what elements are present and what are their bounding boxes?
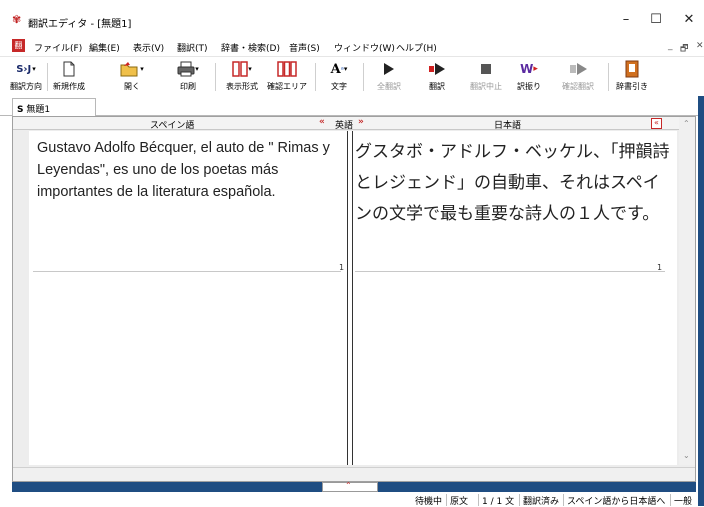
confirm-area-icon [265, 59, 309, 79]
confirm-area-button[interactable]: 確認エリア [265, 59, 309, 95]
open-folder-icon: ▾ [112, 59, 152, 79]
target-language-header: 日本語 [494, 121, 522, 131]
display-layout-icon: ▾ [220, 59, 264, 79]
tab-label: 無題1 [26, 105, 51, 115]
reorder-icon: W ▸ [520, 62, 538, 76]
menu-dictionary[interactable]: 辞書・検索(D) [221, 41, 280, 54]
status-mode: 原文 [446, 494, 471, 507]
translation-direction-button[interactable]: S›J ▾ 翻訳方向 [8, 59, 44, 95]
mdi-minimize-button[interactable]: _ [668, 41, 673, 51]
language-header: スペイン語 « 英語 » 日本語 « [13, 117, 695, 131]
source-pane[interactable]: Gustavo Adolfo Bécquer, el auto de " Rim… [29, 131, 359, 465]
document-icon[interactable]: 翻 [12, 39, 25, 52]
editor-frame: スペイン語 « 英語 » 日本語 « Gustavo Adolfo Bécque… [12, 116, 696, 482]
stop-translation-button[interactable]: 翻訳中止 [466, 59, 506, 95]
sentence-divider [355, 271, 665, 272]
menu-bar: 翻 ファイル(F) 編集(E) 表示(V) 翻訳(T) 辞書・検索(D) 音声(… [0, 36, 704, 56]
font-button[interactable]: Aᵃ ▾ 文字 [322, 59, 356, 95]
app-logo-icon: ✾ [12, 13, 22, 26]
mdi-close-button[interactable]: ✕ [696, 41, 704, 51]
status-direction: スペイン語から日本語へ [563, 494, 668, 507]
sentence-divider [33, 271, 341, 272]
play-icon [372, 59, 406, 79]
collapse-button[interactable]: « [651, 118, 662, 129]
new-document-button[interactable]: 新規作成 [50, 59, 88, 95]
window-title: 翻訳エディタ - [無題1] [28, 19, 132, 30]
font-icon: Aᵃ ▾ [330, 61, 348, 77]
swap-right-button[interactable]: » [358, 117, 364, 127]
horizontal-scrollbar[interactable] [13, 467, 695, 481]
source-sentence-number: 1 [339, 263, 345, 272]
tab-prefix: S [17, 105, 24, 115]
title-bar: ✾ 翻訳エディタ - [無題1] – ☐ ✕ [0, 0, 704, 34]
minimize-button[interactable]: – [611, 10, 641, 30]
menu-file[interactable]: ファイル(F) [34, 41, 82, 54]
scroll-up-icon[interactable]: ⌃ [683, 119, 690, 128]
new-file-icon [50, 59, 88, 79]
toolbar: S›J ▾ 翻訳方向 新規作成 ▾ 開く ▾ 印刷 ▾ 表示形式 確認エリア Aᵃ… [0, 56, 704, 96]
confirm-area-toggle[interactable]: ⌃ [322, 481, 378, 492]
translate-step-icon [420, 59, 454, 79]
chevron-up-icon: ⌃ [345, 481, 352, 490]
document-tab[interactable]: S 無題1 [12, 98, 96, 116]
confirm-translation-button[interactable]: 確認翻訳 [556, 59, 600, 95]
close-button[interactable]: ✕ [674, 10, 704, 30]
reorder-button[interactable]: W ▸ 訳振り [514, 59, 544, 95]
translate-all-button[interactable]: 全翻訳 [372, 59, 406, 95]
scroll-down-icon[interactable]: ⌄ [683, 451, 690, 460]
menu-view[interactable]: 表示(V) [133, 41, 164, 54]
window-edge [698, 96, 704, 506]
status-field: 一般 [670, 494, 695, 507]
status-translated: 翻訳済み [519, 494, 562, 507]
printer-icon: ▾ [170, 59, 206, 79]
status-sentence-count: 1 / 1 文 [478, 494, 517, 507]
source-text[interactable]: Gustavo Adolfo Bécquer, el auto de " Rim… [37, 137, 337, 203]
print-button[interactable]: ▾ 印刷 [170, 59, 206, 95]
menu-window[interactable]: ウィンドウ(W) [334, 41, 395, 54]
menu-voice[interactable]: 音声(S) [289, 41, 320, 54]
vertical-scrollbar[interactable]: ⌃ ⌄ [679, 117, 695, 465]
document-tab-row: S 無題1 [0, 96, 704, 116]
middle-language-header: 英語 [335, 121, 354, 131]
status-state: 待機中 [415, 497, 443, 507]
menu-edit[interactable]: 編集(E) [89, 41, 120, 54]
stop-icon [466, 59, 506, 79]
confirm-translation-icon [556, 59, 600, 79]
translate-button[interactable]: 翻訳 [420, 59, 454, 95]
swap-left-button[interactable]: « [319, 117, 325, 127]
display-format-button[interactable]: ▾ 表示形式 [220, 59, 264, 95]
dictionary-lookup-button[interactable]: 辞書引き [612, 59, 652, 95]
maximize-button[interactable]: ☐ [641, 10, 671, 30]
target-sentence-number: 1 [657, 263, 663, 272]
menu-translate[interactable]: 翻訳(T) [177, 41, 208, 54]
dictionary-icon [612, 59, 652, 79]
target-text[interactable]: グスタボ・アドルフ・ベッケル、「押韻詩とレジェンド」の自動車、それはスペインの文… [355, 137, 673, 230]
mdi-restore-button[interactable]: 🗗 [680, 41, 688, 57]
open-button[interactable]: ▾ 開く [112, 59, 152, 95]
target-pane[interactable]: グスタボ・アドルフ・ベッケル、「押韻詩とレジェンド」の自動車、それはスペインの文… [353, 131, 677, 465]
direction-icon: S›J ▾ [16, 63, 36, 75]
source-language-header: スペイン語 [150, 121, 195, 131]
status-bar: 待機中 原文 1 / 1 文 翻訳済み スペイン語から日本語へ 一般 [0, 494, 704, 507]
menu-help[interactable]: ヘルプ(H) [396, 41, 437, 54]
